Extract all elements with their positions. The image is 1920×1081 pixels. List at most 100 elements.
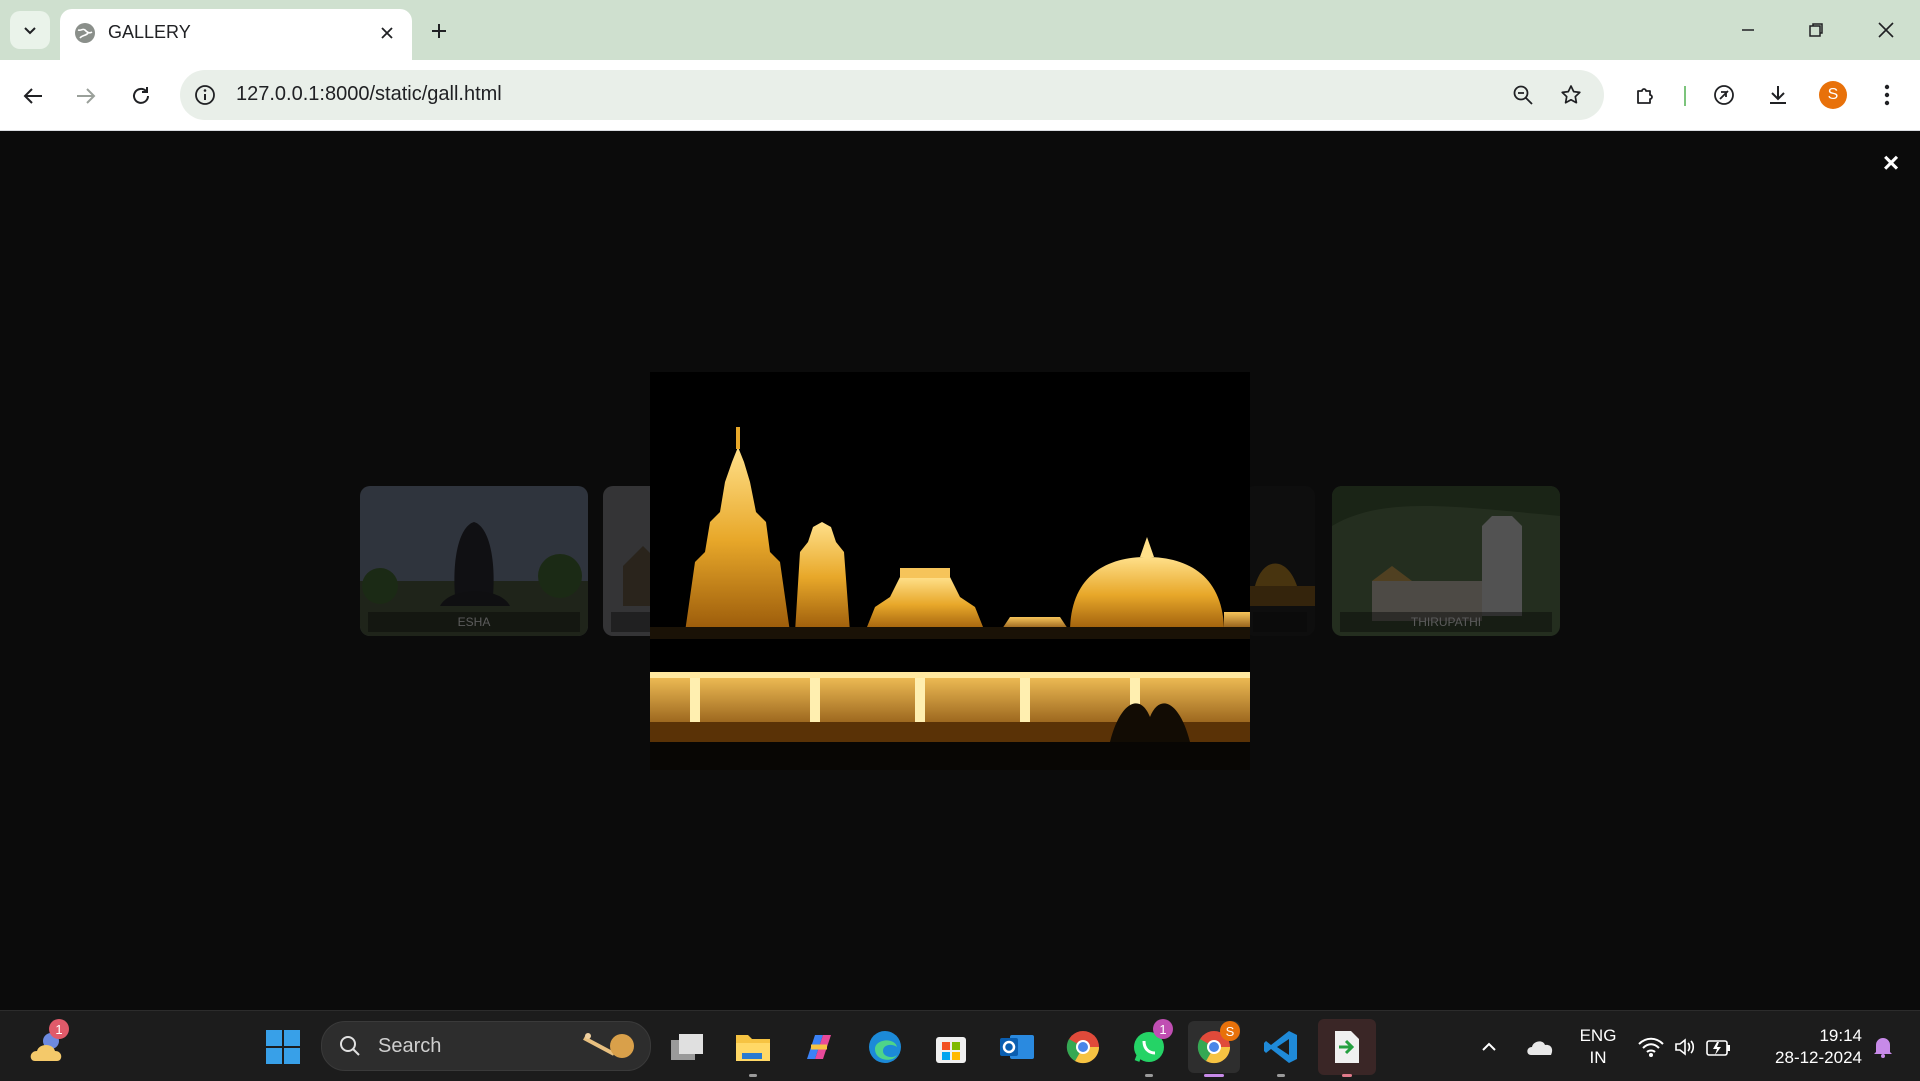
reload-button[interactable] <box>123 78 159 114</box>
downloads-button[interactable] <box>1761 78 1795 112</box>
gallery-page: × ESHA THIRUPATHI <box>0 131 1920 1010</box>
tab-strip: GALLERY <box>0 0 1920 60</box>
store-icon <box>936 1037 966 1063</box>
cloud-icon <box>1527 1041 1553 1055</box>
lightbox-image[interactable] <box>650 372 1250 770</box>
star-icon <box>1561 85 1581 104</box>
taskbar: 1 Search 1 S ENG IN 19:14 28-12-2024 <box>0 1010 1920 1081</box>
input-language-button[interactable]: ENG IN <box>1572 1025 1624 1069</box>
restore-icon <box>1809 23 1823 37</box>
thumbnail-label <box>1253 612 1307 632</box>
performance-button[interactable] <box>1707 78 1741 112</box>
chrome-icon <box>1066 1031 1100 1064</box>
whatsapp-badge: 1 <box>1153 1019 1173 1039</box>
folder-icon <box>736 1035 770 1061</box>
search-icon <box>340 1036 360 1056</box>
taskbar-chrome[interactable] <box>1061 1025 1105 1069</box>
taskbar-copilot[interactable] <box>797 1025 841 1069</box>
vscode-icon <box>1264 1031 1297 1063</box>
extensions-button[interactable] <box>1629 78 1663 112</box>
avatar: S <box>1819 81 1847 109</box>
bookmark-button[interactable] <box>1556 80 1586 110</box>
taskbar-whatsapp[interactable]: 1 <box>1127 1019 1173 1077</box>
download-icon <box>1770 86 1786 104</box>
info-icon <box>195 85 215 105</box>
zoom-button[interactable] <box>1508 80 1538 110</box>
weather-widget[interactable]: 1 <box>25 1019 69 1069</box>
thumbnail-esha[interactable]: ESHA <box>360 486 588 636</box>
thumbnail-label <box>611 612 655 632</box>
zoom-out-icon <box>1513 85 1533 105</box>
url-text[interactable]: 127.0.0.1:8000/static/gall.html <box>236 83 502 106</box>
menu-button[interactable] <box>1870 78 1904 112</box>
search-highlight-icon <box>583 1033 634 1058</box>
thumbnail-label: THIRUPATHI <box>1340 612 1552 632</box>
taskbar-vscode[interactable] <box>1259 1025 1303 1077</box>
quick-settings-button[interactable] <box>1630 1025 1740 1069</box>
close-icon <box>1878 22 1894 38</box>
golden-temple-image <box>650 372 1250 770</box>
show-hidden-icons-button[interactable] <box>1467 1025 1511 1069</box>
running-indicator <box>1204 1074 1224 1077</box>
running-indicator <box>1342 1074 1352 1077</box>
profile-badge: S <box>1220 1021 1240 1041</box>
taskbar-outlook[interactable] <box>995 1025 1039 1069</box>
wifi-icon <box>1638 1037 1664 1057</box>
taskbar-store[interactable] <box>929 1025 973 1069</box>
window-close-button[interactable] <box>1866 12 1906 48</box>
file-export-icon <box>1335 1031 1359 1063</box>
minimize-button[interactable] <box>1728 12 1768 48</box>
language-region: IN <box>1589 1048 1607 1067</box>
notifications-button[interactable] <box>1866 1025 1900 1069</box>
running-indicator <box>1277 1074 1285 1077</box>
taskbar-active-app[interactable] <box>1318 1019 1376 1077</box>
task-view-icon <box>671 1034 703 1060</box>
battery-charging-icon <box>1706 1040 1730 1056</box>
volume-icon <box>1675 1038 1695 1056</box>
puzzle-icon <box>1637 88 1653 104</box>
bell-icon <box>1874 1038 1892 1058</box>
copilot-icon <box>807 1035 831 1059</box>
tab-close-button[interactable] <box>374 20 400 46</box>
forward-button[interactable] <box>68 78 104 114</box>
onedrive-button[interactable] <box>1518 1025 1562 1069</box>
edge-icon <box>869 1031 901 1063</box>
back-button[interactable] <box>15 78 51 114</box>
clock[interactable]: 19:14 28-12-2024 <box>1752 1025 1862 1069</box>
thumbnail-label: ESHA <box>368 612 580 632</box>
running-indicator <box>1145 1074 1153 1077</box>
new-tab-button[interactable] <box>424 16 454 46</box>
running-indicator <box>749 1074 757 1077</box>
start-button[interactable] <box>261 1025 305 1069</box>
language-code: ENG <box>1579 1026 1617 1045</box>
minimize-icon <box>1742 29 1754 31</box>
arrow-right-icon <box>77 88 96 104</box>
taskbar-edge[interactable] <box>863 1025 907 1069</box>
profile-button[interactable]: S <box>1816 78 1850 112</box>
site-info-button[interactable] <box>192 82 218 108</box>
tab-search-button[interactable] <box>10 11 50 49</box>
tab-gallery[interactable]: GALLERY <box>60 9 412 60</box>
address-bar[interactable]: 127.0.0.1:8000/static/gall.html <box>180 70 1604 120</box>
taskbar-search[interactable]: Search <box>321 1021 651 1071</box>
plus-icon <box>432 24 446 38</box>
arrow-left-icon <box>23 88 42 104</box>
chevron-up-icon <box>1482 1042 1496 1051</box>
windows-icon <box>266 1030 300 1064</box>
close-icon <box>381 27 393 39</box>
thumbnail-3[interactable] <box>1245 486 1315 636</box>
lightbox-close-button[interactable]: × <box>1876 147 1906 178</box>
reload-icon <box>133 87 149 104</box>
more-vert-icon <box>1884 84 1890 106</box>
toolbar-divider <box>1684 86 1686 106</box>
taskbar-file-explorer[interactable] <box>731 1025 775 1077</box>
clock-time: 19:14 <box>1819 1026 1862 1045</box>
restore-button[interactable] <box>1796 12 1836 48</box>
taskbar-chrome-profile[interactable]: S <box>1188 1021 1240 1077</box>
search-label: Search <box>378 1035 442 1057</box>
task-view-button[interactable] <box>665 1025 709 1069</box>
tab-title: GALLERY <box>108 22 191 42</box>
browser-toolbar: 127.0.0.1:8000/static/gall.html S <box>0 60 1920 131</box>
outlook-icon <box>1000 1035 1034 1059</box>
thumbnail-thirupathi[interactable]: THIRUPATHI <box>1332 486 1560 636</box>
